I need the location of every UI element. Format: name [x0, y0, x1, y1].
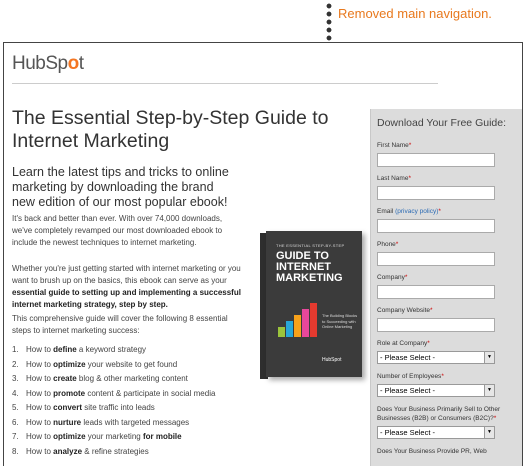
pr-web-label: Does Your Business Provide PR, Web — [377, 448, 487, 455]
last-name-field-group: Last Name* — [377, 174, 522, 207]
bar-graphic-icon — [278, 303, 318, 337]
first-name-input[interactable] — [377, 153, 495, 167]
dropdown-arrow-icon: ▼ — [484, 385, 494, 396]
company-website-input[interactable] — [377, 318, 495, 332]
first-name-label: First Name — [377, 142, 409, 149]
download-form: Download Your Free Guide: First Name* La… — [370, 109, 522, 466]
last-name-input[interactable] — [377, 186, 495, 200]
steps-list: 1. How to define a keyword strategy 2. How… — [12, 343, 242, 459]
email-field-group: Email (privacy policy)* — [377, 207, 522, 240]
b2b-b2c-field-group: Does Your Business Primarily Sell to Oth… — [377, 406, 501, 439]
role-label: Role at Company — [377, 340, 428, 347]
content-column: The Essential Step-by-Step Guide to Inte… — [12, 107, 362, 456]
body-paragraph-1: It's back and better than ever. With ove… — [12, 214, 223, 247]
employees-field-group: Number of Employees* - Please Select - ▼ — [377, 372, 522, 405]
b2b-b2c-label: Does Your Business Primarily Sell to Oth… — [377, 406, 501, 422]
company-field-group: Company* — [377, 273, 522, 306]
list-item: 3. How to create blog & other marketing c… — [12, 374, 188, 383]
privacy-policy-link[interactable]: (privacy policy) — [395, 208, 438, 215]
ebook-kicker: THE ESSENTIAL STEP-BY-STEP — [276, 243, 345, 248]
role-select[interactable]: - Please Select - ▼ — [377, 351, 495, 364]
company-website-label: Company Website — [377, 307, 430, 314]
ebook-cover-image: THE ESSENTIAL STEP-BY-STEP GUIDE TO INTE… — [260, 231, 364, 381]
list-item: 2. How to optimize your website to get fo… — [12, 359, 178, 369]
pr-web-field-group: Does Your Business Provide PR, Web — [377, 447, 522, 466]
dropdown-arrow-icon: ▼ — [484, 427, 494, 438]
last-name-label: Last Name — [377, 175, 409, 182]
list-item: 5. How to convert site traffic into leads — [12, 403, 155, 412]
list-item: 8. How to analyze & refine strategies — [12, 446, 149, 456]
list-item: 7. How to optimize your marketing for mob… — [12, 432, 182, 441]
company-website-field-group: Company Website* — [377, 306, 522, 339]
phone-input[interactable] — [377, 252, 495, 266]
ebook-brand: HubSpot — [322, 357, 342, 363]
phone-field-group: Phone* — [377, 240, 522, 273]
employees-label: Number of Employees — [377, 373, 442, 380]
email-input[interactable] — [377, 219, 495, 233]
page-title: The Essential Step-by-Step Guide to Inte… — [12, 107, 329, 152]
form-title: Download Your Free Guide: — [377, 117, 506, 129]
hubspot-logo[interactable]: HubSpot — [12, 53, 84, 75]
list-item: 6. How to nurture leads with targeted mes… — [12, 417, 190, 427]
role-field-group: Role at Company* - Please Select - ▼ — [377, 339, 522, 372]
email-label: Email — [377, 208, 394, 215]
ebook-cover: THE ESSENTIAL STEP-BY-STEP GUIDE TO INTE… — [266, 231, 362, 377]
list-item: 1. How to define a keyword strategy — [12, 345, 147, 354]
annotation-label: Removed main navigation. — [338, 6, 492, 21]
body-paragraph-2: Whether you're just getting started with… — [12, 264, 241, 309]
b2b-b2c-select[interactable]: - Please Select - ▼ — [377, 426, 495, 439]
header-divider — [12, 83, 438, 84]
first-name-field-group: First Name* — [377, 141, 522, 174]
landing-page: HubSpot The Essential Step-by-Step Guide… — [3, 42, 523, 466]
intro-text: Learn the latest tips and tricks to onli… — [12, 165, 229, 209]
company-label: Company — [377, 274, 405, 281]
employees-select[interactable]: - Please Select - ▼ — [377, 384, 495, 397]
dropdown-arrow-icon: ▼ — [484, 352, 494, 363]
ebook-subtitle: The Building Blocks to Succeeding with O… — [322, 313, 358, 329]
ebook-title: GUIDE TO INTERNET MARKETING — [276, 250, 343, 284]
body-paragraph-3: This comprehensive guide will cover the … — [12, 314, 228, 335]
phone-label: Phone — [377, 241, 396, 248]
company-input[interactable] — [377, 285, 495, 299]
list-item: 4. How to promote content & participate i… — [12, 388, 216, 398]
